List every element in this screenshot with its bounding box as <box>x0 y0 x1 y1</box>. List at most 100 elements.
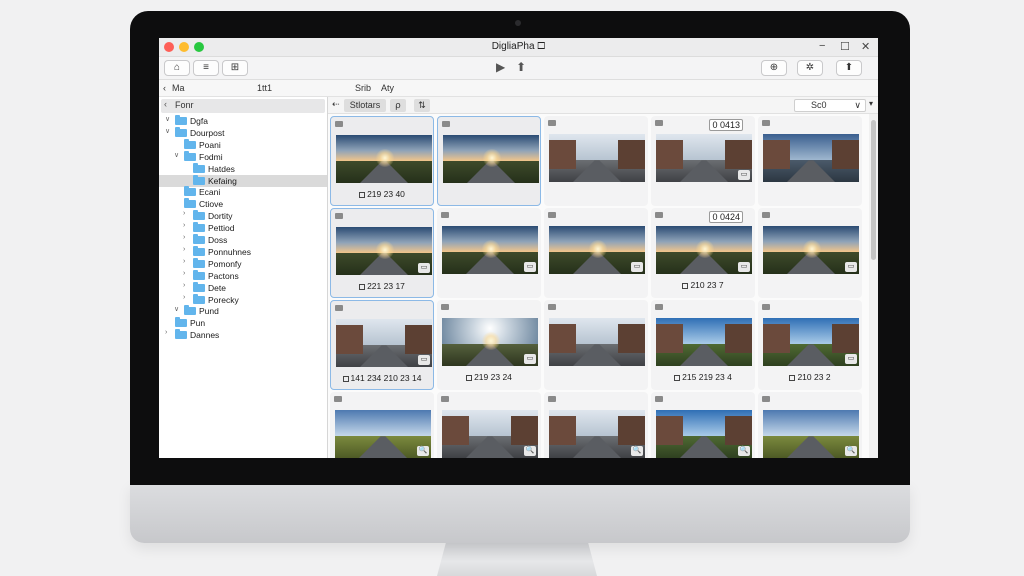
checkbox-icon[interactable] <box>682 283 689 289</box>
photo-thumbnail[interactable] <box>656 318 752 366</box>
sidebar-item[interactable]: › Pomonfy <box>159 257 327 270</box>
photo-tile[interactable]: ▭ <box>437 208 541 298</box>
effects-button[interactable]: ✲ <box>797 60 823 76</box>
sidebar-item[interactable]: ∨ Fodmi <box>159 150 327 163</box>
thumbnail-corner-icon[interactable]: 🔍 <box>417 446 429 456</box>
photo-tile[interactable]: 🔍 <box>544 392 648 458</box>
sidebar-item[interactable]: › Dortity <box>159 210 327 222</box>
disclosure-icon[interactable]: ∨ <box>165 127 170 135</box>
photo-thumbnail[interactable]: ▭ <box>763 226 859 274</box>
share-button[interactable]: ⬆ <box>836 60 862 76</box>
photo-thumbnail[interactable] <box>549 318 645 366</box>
photo-thumbnail[interactable] <box>336 135 432 183</box>
tab-2[interactable]: ⍴ <box>390 99 406 112</box>
sidebar-item[interactable]: Kefaing <box>159 174 327 187</box>
photo-thumbnail[interactable]: ▭ <box>656 134 752 182</box>
photo-tile[interactable]: ▭ 219 23 24 <box>437 300 541 390</box>
thumbnail-corner-icon[interactable]: ▭ <box>845 354 857 364</box>
minimize-icon[interactable]: − <box>819 40 825 52</box>
tab-active[interactable]: Stlotars <box>344 99 386 112</box>
thumbnail-corner-icon[interactable]: 🔍 <box>738 446 750 456</box>
home-button[interactable]: ⌂ <box>164 60 190 76</box>
photo-tile[interactable]: ▭ <box>758 208 862 298</box>
photo-tile[interactable]: 219 23 40 <box>330 116 434 206</box>
photo-thumbnail[interactable]: ▭ <box>656 226 752 274</box>
sidebar-item[interactable]: Ecani <box>159 186 327 198</box>
disclosure-icon[interactable]: › <box>183 270 185 277</box>
sidebar-item[interactable]: Poani <box>159 138 327 151</box>
checkbox-icon[interactable] <box>466 375 473 381</box>
photo-tile[interactable]: ▭ 221 23 17 <box>330 208 434 298</box>
thumbnail-corner-icon[interactable]: ▭ <box>418 355 430 365</box>
photo-tile[interactable]: 🔍 <box>651 392 755 458</box>
more-icon[interactable]: ▾ <box>869 99 873 108</box>
sort-dropdown[interactable]: Sc0 ∨ <box>794 99 866 112</box>
menu-item-1[interactable]: Srib <box>355 83 371 93</box>
disclosure-icon[interactable]: › <box>183 210 185 217</box>
photo-tile[interactable]: 🔍 <box>437 392 541 458</box>
thumbnail-corner-icon[interactable]: ▭ <box>738 170 750 180</box>
disclosure-icon[interactable]: › <box>183 222 185 229</box>
checkbox-icon[interactable] <box>789 375 796 381</box>
back-arrow-icon[interactable]: ⇠ <box>332 99 340 110</box>
photo-tile[interactable]: 🔍 <box>330 392 434 458</box>
sidebar-item[interactable]: › Ponnuhnes <box>159 245 327 258</box>
scrollbar[interactable] <box>869 114 878 458</box>
disclosure-icon[interactable]: ∨ <box>174 151 179 159</box>
tab-3[interactable]: ⇅ <box>414 99 430 112</box>
thumbnail-corner-icon[interactable]: 🔍 <box>524 446 536 456</box>
photo-thumbnail[interactable]: 🔍 <box>335 410 431 458</box>
photo-thumbnail[interactable]: ▭ <box>549 226 645 274</box>
photo-tile[interactable] <box>544 300 648 390</box>
photo-thumbnail[interactable]: ▭ <box>336 319 432 367</box>
disclosure-icon[interactable]: › <box>183 234 185 241</box>
checkbox-icon[interactable] <box>359 284 366 290</box>
disclosure-icon[interactable]: ∨ <box>174 305 179 313</box>
checkbox-icon[interactable] <box>342 376 349 382</box>
disclosure-icon[interactable]: ∨ <box>165 115 170 123</box>
photo-thumbnail[interactable]: ▭ <box>336 227 432 275</box>
sidebar-item[interactable]: › Dannes <box>159 329 327 341</box>
thumbnail-corner-icon[interactable]: ▭ <box>631 262 643 272</box>
sidebar-item[interactable]: ∨ Pund <box>159 305 327 317</box>
photo-thumbnail[interactable] <box>443 135 539 183</box>
sidebar-item[interactable]: › Porecky <box>159 293 327 306</box>
play-icon[interactable]: ▶ <box>496 60 505 74</box>
back-icon[interactable]: ‹ <box>163 83 166 93</box>
photo-tile[interactable]: 🔍 <box>758 392 862 458</box>
photo-tile[interactable] <box>437 116 541 206</box>
sidebar-item[interactable]: Ctiove <box>159 198 327 210</box>
thumbnail-corner-icon[interactable]: 🔍 <box>631 446 643 456</box>
checkbox-icon[interactable] <box>674 375 681 381</box>
sidebar-item[interactable]: Hatdes <box>159 162 327 175</box>
photo-thumbnail[interactable]: 🔍 <box>549 410 645 458</box>
sidebar-item[interactable]: › Pactons <box>159 269 327 282</box>
photo-thumbnail[interactable]: ▭ <box>763 318 859 366</box>
disclosure-icon[interactable]: › <box>183 258 185 265</box>
photo-thumbnail[interactable]: ▭ <box>442 226 538 274</box>
breadcrumb-2[interactable]: 1tt1 <box>257 83 272 93</box>
menu-button[interactable]: ≡ <box>193 60 219 76</box>
thumbnail-corner-icon[interactable]: ▭ <box>524 262 536 272</box>
thumbnail-corner-icon[interactable]: ▭ <box>418 263 430 273</box>
sidebar-item[interactable]: › Pettiod <box>159 222 327 234</box>
table-view-button[interactable]: ⊞ <box>222 60 248 76</box>
disclosure-icon[interactable]: › <box>183 246 185 253</box>
scroll-thumb[interactable] <box>871 120 876 260</box>
sidebar-item[interactable]: › Dete <box>159 281 327 294</box>
add-button[interactable]: ⊕ <box>761 60 787 76</box>
photo-thumbnail[interactable] <box>549 134 645 182</box>
checkbox-icon[interactable] <box>359 192 366 198</box>
disclosure-icon[interactable]: › <box>165 329 167 336</box>
thumbnail-corner-icon[interactable]: ▭ <box>845 262 857 272</box>
tree-icon[interactable]: ⬆ <box>516 60 526 74</box>
thumbnail-corner-icon[interactable]: ▭ <box>738 262 750 272</box>
photo-thumbnail[interactable] <box>763 134 859 182</box>
maximize-icon[interactable]: ☐ <box>840 40 850 53</box>
photo-tile[interactable]: 0 0424 ▭ 210 23 7 <box>651 208 755 298</box>
photo-tile[interactable]: 215 219 23 4 <box>651 300 755 390</box>
sidebar-item[interactable]: › Doss <box>159 234 327 246</box>
photo-tile[interactable]: ▭ <box>544 208 648 298</box>
disclosure-icon[interactable]: › <box>183 294 185 301</box>
photo-tile[interactable]: ▭ 210 23 2 <box>758 300 862 390</box>
